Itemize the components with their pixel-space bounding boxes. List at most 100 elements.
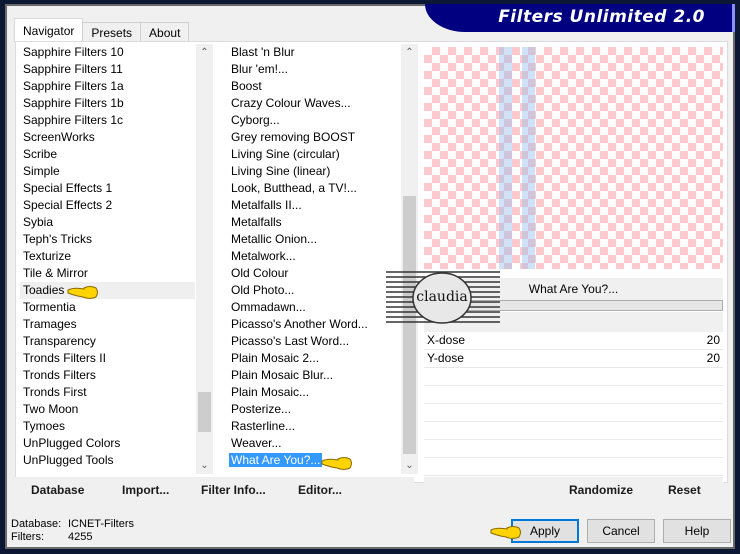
filter-item[interactable]: Blur 'em!...: [228, 61, 400, 78]
chevron-up-icon[interactable]: ⌃: [196, 44, 213, 61]
filter-item-label: Living Sine (linear): [231, 164, 331, 178]
filter-item[interactable]: Picasso's Last Word...: [228, 333, 400, 350]
category-item[interactable]: UnPlugged Colors: [20, 435, 195, 452]
filter-scrollbar[interactable]: ⌃ ⌄: [401, 44, 418, 474]
parameter-list: X-dose 20 Y-dose 20: [424, 332, 723, 476]
filter-item[interactable]: Grey removing BOOST: [228, 129, 400, 146]
chevron-down-icon[interactable]: ⌄: [401, 457, 418, 474]
filter-item[interactable]: Cyborg...: [228, 112, 400, 129]
category-item[interactable]: Special Effects 2: [20, 197, 195, 214]
param-value[interactable]: 20: [707, 350, 720, 367]
filter-item[interactable]: Metalfalls II...: [228, 197, 400, 214]
category-item[interactable]: UnPlugged Tools: [20, 452, 195, 469]
editor-button[interactable]: Editor...: [298, 483, 342, 497]
category-item-label: Tile & Mirror: [23, 266, 88, 280]
category-item-label: Sybia: [23, 215, 54, 229]
filter-item[interactable]: Rasterline...: [228, 418, 400, 435]
category-item-label: Simple: [23, 164, 60, 178]
category-item[interactable]: Sapphire Filters 1a: [20, 78, 195, 95]
category-item[interactable]: Tramages: [20, 316, 195, 333]
filter-scroll-thumb[interactable]: [403, 196, 416, 454]
category-item[interactable]: ScreenWorks: [20, 129, 195, 146]
filter-list[interactable]: Blast 'n Blur Blur 'em!... Boost Crazy Colo…: [228, 44, 400, 474]
category-item[interactable]: Teph's Tricks: [20, 231, 195, 248]
category-item[interactable]: Tile & Mirror: [20, 265, 195, 282]
param-y-dose[interactable]: Y-dose 20: [424, 350, 723, 368]
category-item-label: Transparency: [23, 334, 96, 348]
title-banner: Filters Unlimited 2.0: [425, 4, 735, 32]
filter-item[interactable]: Picasso's Another Word...: [228, 316, 400, 333]
filter-item[interactable]: Plain Mosaic 2...: [228, 350, 400, 367]
category-item[interactable]: Scribe: [20, 146, 195, 163]
category-item[interactable]: Sapphire Filters 1b: [20, 95, 195, 112]
filter-item-label: Metallic Onion...: [231, 232, 318, 246]
param-x-dose[interactable]: X-dose 20: [424, 332, 723, 350]
filter-item-label: Metalwork...: [231, 249, 296, 263]
filter-item-label: Plain Mosaic...: [231, 385, 310, 399]
param-empty-row: [424, 386, 723, 404]
filter-item[interactable]: Living Sine (circular): [228, 146, 400, 163]
filter-item[interactable]: Posterize...: [228, 401, 400, 418]
filter-item[interactable]: Ommadawn...: [228, 299, 400, 316]
filter-item[interactable]: Metalfalls: [228, 214, 400, 231]
filter-item[interactable]: Plain Mosaic Blur...: [228, 367, 400, 384]
category-item[interactable]: Tronds Filters: [20, 367, 195, 384]
category-item[interactable]: Toadies: [20, 282, 195, 299]
filter-item[interactable]: Living Sine (linear): [228, 163, 400, 180]
filter-item[interactable]: Look, Butthead, a TV!...: [228, 180, 400, 197]
import-button[interactable]: Import...: [122, 483, 169, 497]
database-button[interactable]: Database: [31, 483, 84, 497]
filters-count: 4255: [68, 531, 93, 543]
filter-item-label: Crazy Colour Waves...: [231, 96, 351, 110]
category-item[interactable]: Sapphire Filters 10: [20, 44, 195, 61]
category-item[interactable]: Sybia: [20, 214, 195, 231]
category-item-label: Tormentia: [23, 300, 76, 314]
filter-item[interactable]: Blast 'n Blur: [228, 44, 400, 61]
filter-item-label: Living Sine (circular): [231, 147, 340, 161]
filter-item[interactable]: Weaver...: [228, 435, 400, 452]
category-item[interactable]: Texturize: [20, 248, 195, 265]
category-item[interactable]: Tormentia: [20, 299, 195, 316]
filter-item[interactable]: Crazy Colour Waves...: [228, 95, 400, 112]
category-item[interactable]: Special Effects 1: [20, 180, 195, 197]
category-item[interactable]: Transparency: [20, 333, 195, 350]
tab-presets[interactable]: Presets: [82, 22, 142, 42]
filter-item[interactable]: Boost: [228, 78, 400, 95]
category-list[interactable]: Sapphire Filters 10 Sapphire Filters 11 Sa…: [20, 44, 195, 474]
filter-info-button[interactable]: Filter Info...: [201, 483, 266, 497]
chevron-down-icon[interactable]: ⌄: [196, 457, 213, 474]
filter-item-label: Blast 'n Blur: [231, 45, 295, 59]
filter-item[interactable]: Old Colour: [228, 265, 400, 282]
category-scrollbar[interactable]: ⌃ ⌄: [196, 44, 213, 474]
category-item-label: Special Effects 2: [23, 198, 113, 212]
filter-item[interactable]: Metalwork...: [228, 248, 400, 265]
tab-navigator[interactable]: Navigator: [14, 18, 84, 42]
filter-item[interactable]: Metallic Onion...: [228, 231, 400, 248]
cancel-button[interactable]: Cancel: [587, 519, 655, 543]
param-label: Y-dose: [427, 351, 464, 365]
category-item[interactable]: Sapphire Filters 1c: [20, 112, 195, 129]
filter-item[interactable]: Old Photo...: [228, 282, 400, 299]
category-item[interactable]: Simple: [20, 163, 195, 180]
category-item[interactable]: Tronds First: [20, 384, 195, 401]
category-scroll-thumb[interactable]: [198, 392, 211, 432]
filter-item[interactable]: What Are You?...: [228, 452, 400, 469]
filter-item-label: Metalfalls II...: [231, 198, 302, 212]
param-value[interactable]: 20: [707, 332, 720, 349]
randomize-button[interactable]: Randomize: [569, 483, 633, 497]
chevron-up-icon[interactable]: ⌃: [401, 44, 418, 61]
param-label: X-dose: [427, 333, 466, 347]
tab-about[interactable]: About: [140, 22, 190, 42]
category-item[interactable]: Sapphire Filters 11: [20, 61, 195, 78]
category-item[interactable]: Tronds Filters II: [20, 350, 195, 367]
category-item[interactable]: Tymoes: [20, 418, 195, 435]
reset-button[interactable]: Reset: [668, 483, 701, 497]
filter-item[interactable]: Plain Mosaic...: [228, 384, 400, 401]
app-title: Filters Unlimited 2.0: [498, 7, 705, 27]
filter-item-label: What Are You?...: [229, 453, 323, 467]
category-item-label: Sapphire Filters 1a: [23, 79, 124, 93]
help-button[interactable]: Help: [663, 519, 731, 543]
status-info: Database: ICNET-Filters Filters: 4255: [11, 518, 134, 544]
param-empty-row: [424, 404, 723, 422]
category-item[interactable]: Two Moon: [20, 401, 195, 418]
